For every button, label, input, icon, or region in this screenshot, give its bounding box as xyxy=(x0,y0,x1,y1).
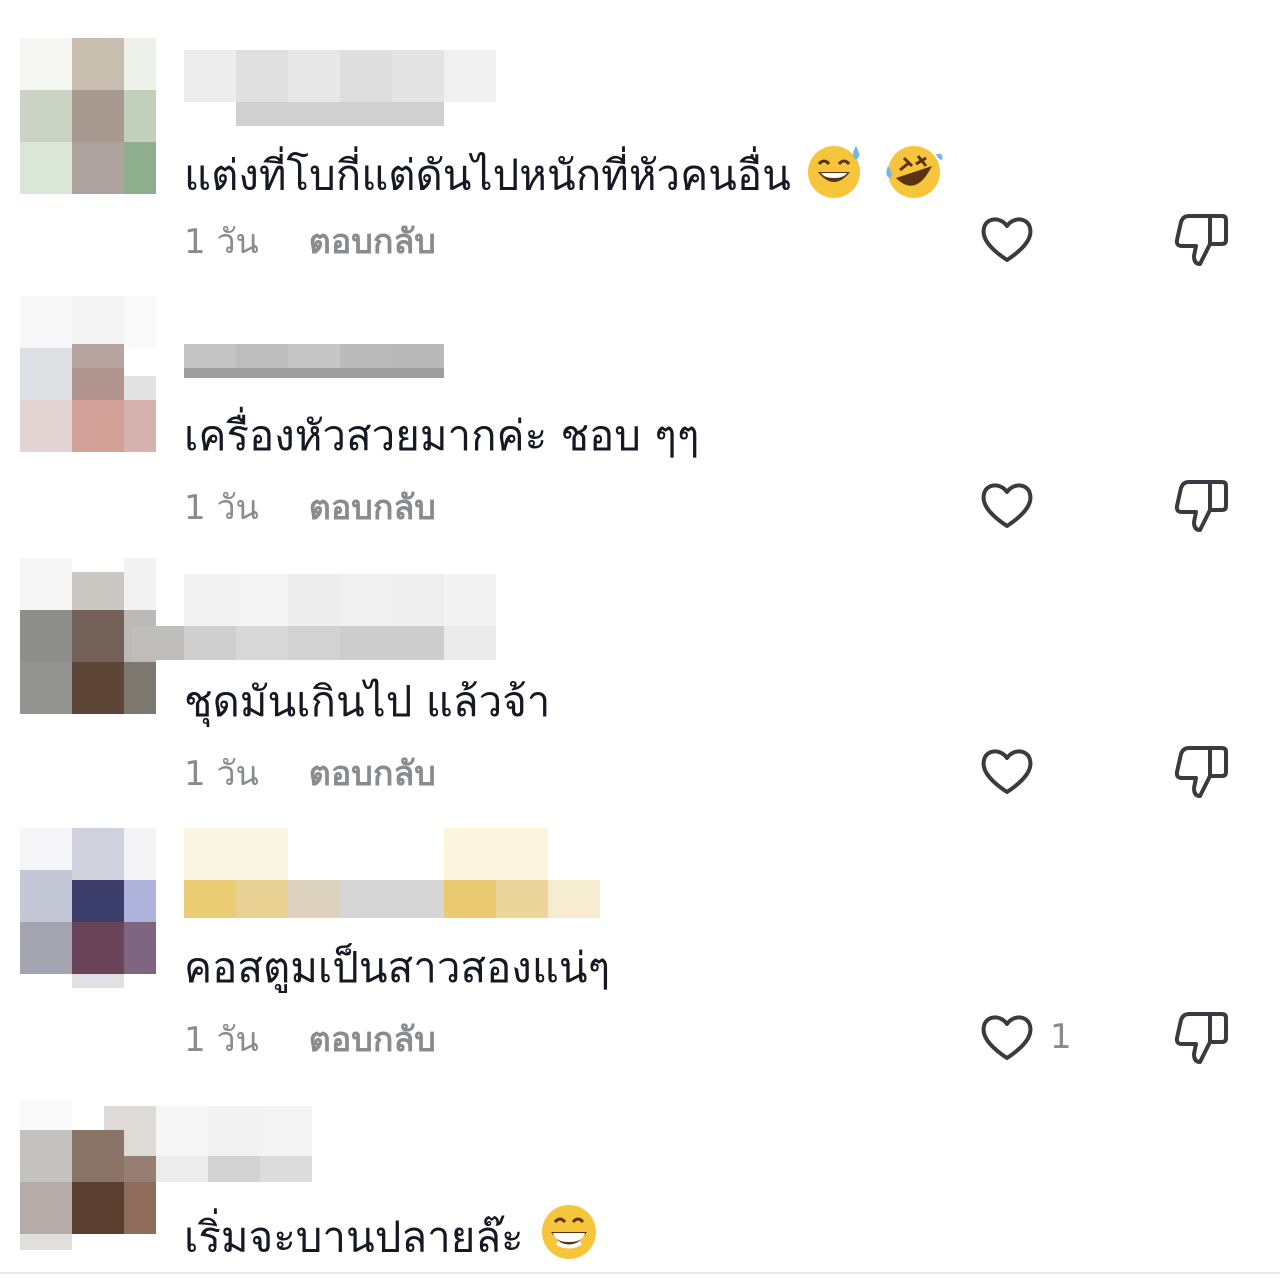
comment-text: เริ่มจะบานปลายล๊ะ xyxy=(184,1202,601,1278)
heart-icon xyxy=(981,483,1033,528)
reply-button[interactable]: ตอบกลับ xyxy=(309,1020,436,1060)
like-button[interactable] xyxy=(978,212,1050,266)
like-button[interactable]: 1 xyxy=(978,1010,1072,1064)
dislike-button[interactable] xyxy=(1172,476,1230,538)
timestamp: 1 วัน xyxy=(184,488,259,528)
timestamp: 1 วัน xyxy=(184,1020,259,1060)
username-blurred[interactable] xyxy=(156,1106,324,1182)
comment-text: ชุดมันเกินไป แล้วจ้า xyxy=(184,677,551,726)
comment-meta: 1 วัน ตอบกลับ xyxy=(184,484,436,532)
timestamp: 1 วัน xyxy=(184,754,259,794)
username-blurred[interactable] xyxy=(184,828,604,920)
heart-icon xyxy=(981,749,1033,794)
username-blurred[interactable] xyxy=(132,574,504,660)
thumbs-down-icon xyxy=(1174,746,1228,798)
heart-icon xyxy=(981,217,1033,262)
avatar[interactable] xyxy=(20,828,156,988)
sweat-smile-emoji xyxy=(804,140,868,216)
comment-text: แต่งที่โบกี่แต่ดันไปหนักที่หัวคนอื่น xyxy=(184,140,946,216)
avatar[interactable] xyxy=(20,1100,156,1260)
reply-button[interactable]: ตอบกลับ xyxy=(309,754,436,794)
comment-meta: 1 วัน ตอบกลับ xyxy=(184,218,436,266)
divider xyxy=(0,1272,1280,1274)
comment-text: คอสตูมเป็นสาวสองแน่ๆ xyxy=(184,943,611,992)
thumbs-down-icon xyxy=(1174,214,1228,266)
dislike-button[interactable] xyxy=(1172,210,1230,272)
username-blurred[interactable] xyxy=(184,50,504,126)
thumbs-down-icon xyxy=(1174,480,1228,532)
heart-icon xyxy=(981,1015,1033,1060)
dislike-button[interactable] xyxy=(1172,1008,1230,1070)
reply-button[interactable]: ตอบกลับ xyxy=(309,488,436,528)
comment-meta: 1 วัน ตอบกลับ xyxy=(184,750,436,798)
dislike-button[interactable] xyxy=(1172,742,1230,804)
rofl-emoji xyxy=(882,140,946,216)
like-button[interactable] xyxy=(978,478,1050,532)
like-button[interactable] xyxy=(978,744,1050,798)
comment-meta: 1 วัน ตอบกลับ xyxy=(184,1016,436,1064)
username-blurred[interactable] xyxy=(184,344,504,378)
timestamp: 1 วัน xyxy=(184,222,259,262)
avatar[interactable] xyxy=(20,296,156,456)
comment-text: เครื่องหัวสวยมากค่ะ ชอบ ๆๆ xyxy=(184,411,700,460)
avatar[interactable] xyxy=(20,38,156,198)
grinning-emoji xyxy=(537,1202,601,1278)
reply-button[interactable]: ตอบกลับ xyxy=(309,222,436,262)
thumbs-down-icon xyxy=(1174,1012,1228,1064)
like-count: 1 xyxy=(1050,1017,1072,1057)
